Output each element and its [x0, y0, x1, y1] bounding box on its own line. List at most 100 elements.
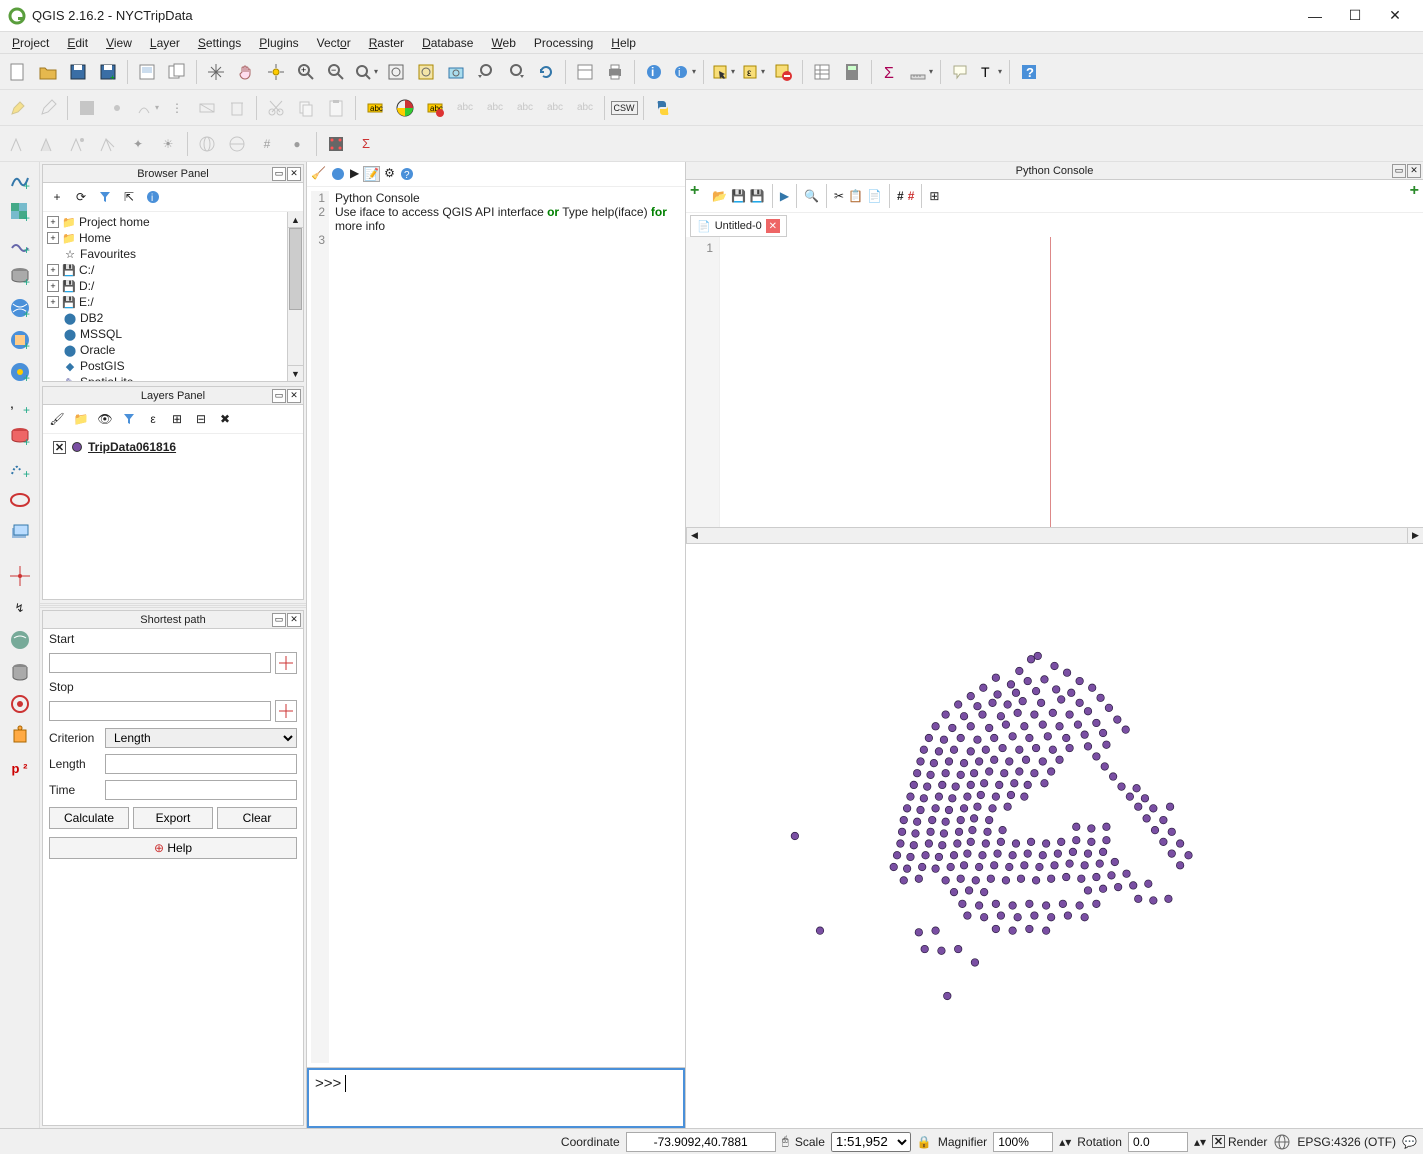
style-manager-icon[interactable] [391, 94, 419, 122]
add-virtual-icon[interactable]: + [6, 454, 34, 482]
crs-label[interactable]: EPSG:4326 (OTF) [1297, 1135, 1396, 1149]
tree-item-e[interactable]: +💾E:/ [45, 294, 285, 310]
identify-dropdown-icon[interactable]: i [670, 58, 698, 86]
panel-close-icon[interactable]: ✕ [287, 613, 301, 627]
menu-processing[interactable]: Processing [526, 34, 601, 52]
scale-select[interactable]: 1:51,952 [831, 1132, 911, 1152]
minimize-button[interactable]: — [1295, 2, 1335, 30]
filter-legend-icon[interactable] [119, 409, 139, 429]
vt2-icon[interactable] [34, 130, 62, 158]
object-inspector-icon[interactable]: ⊞ [929, 189, 939, 203]
blob-icon[interactable]: ● [283, 130, 311, 158]
delete-selected-icon[interactable] [223, 94, 251, 122]
menu-edit[interactable]: Edit [59, 34, 96, 52]
browser-tree[interactable]: +📁Project home +📁Home ☆Favourites +💾C:/ … [43, 212, 287, 381]
filter-browser-icon[interactable] [95, 187, 115, 207]
new-editor-icon[interactable]: + [690, 182, 699, 200]
deselect-icon[interactable] [769, 58, 797, 86]
pan-to-selection-icon[interactable] [262, 58, 290, 86]
extents-icon[interactable]: 🖰 [782, 1134, 789, 1149]
close-button[interactable]: ✕ [1375, 2, 1415, 30]
map-canvas[interactable] [686, 543, 1423, 1128]
select-features-icon[interactable] [709, 58, 737, 86]
help-button[interactable]: ⊕ Help [49, 837, 297, 859]
rotation-spinner-icon[interactable]: ▴▾ [1194, 1135, 1206, 1149]
close-tab-icon[interactable]: ✕ [766, 219, 780, 233]
add-wfs-icon[interactable]: + [6, 358, 34, 386]
add-delimited-icon[interactable]: ,+ [6, 390, 34, 418]
add-postgis-icon[interactable]: + [6, 262, 34, 290]
add-wms-icon[interactable]: + [6, 294, 34, 322]
layer-name[interactable]: TripData061816 [88, 440, 176, 454]
measure-icon[interactable] [907, 58, 935, 86]
vt6-icon[interactable]: ☀ [154, 130, 182, 158]
zoom-selection-icon[interactable] [412, 58, 440, 86]
menu-settings[interactable]: Settings [190, 34, 249, 52]
add-spatialite-icon[interactable]: + [6, 230, 34, 258]
tree-item-mssql[interactable]: ⬤MSSQL [61, 326, 285, 342]
label-show-icon[interactable]: abc [481, 94, 509, 122]
menu-project[interactable]: Project [4, 34, 57, 52]
new-composer-icon[interactable] [133, 58, 161, 86]
editor-scrollbar[interactable]: ◀▶ [686, 527, 1423, 543]
browser-scrollbar[interactable]: ▲▼ [287, 212, 303, 381]
zoom-next-icon[interactable] [502, 58, 530, 86]
refresh-icon[interactable] [532, 58, 560, 86]
zoom-full-icon[interactable] [382, 58, 410, 86]
csw-icon[interactable]: CSW [610, 94, 638, 122]
remove-layer-icon[interactable]: ✖ [215, 409, 235, 429]
add-layer-icon[interactable]: + [47, 187, 67, 207]
expand-all-icon[interactable]: ⊞ [167, 409, 187, 429]
field-calculator-icon[interactable] [838, 58, 866, 86]
statistics-icon[interactable]: Σ [877, 58, 905, 86]
pan-icon[interactable] [202, 58, 230, 86]
add-feature-icon[interactable] [103, 94, 131, 122]
comment-icon[interactable]: # [897, 189, 904, 203]
georeferencer-icon[interactable] [322, 130, 350, 158]
map-tips-icon[interactable] [946, 58, 974, 86]
tree-item-favourites[interactable]: ☆Favourites [61, 246, 285, 262]
add-vector-icon[interactable]: + [6, 166, 34, 194]
identify-icon[interactable]: i [640, 58, 668, 86]
menu-raster[interactable]: Raster [361, 34, 412, 52]
menu-web[interactable]: Web [483, 34, 523, 52]
label-settings-icon[interactable]: abc [361, 94, 389, 122]
attribute-table-icon[interactable] [808, 58, 836, 86]
panel-close-icon[interactable]: ✕ [287, 389, 301, 403]
save-as-icon[interactable]: + [94, 58, 122, 86]
tree-item-oracle[interactable]: ⬤Oracle [61, 342, 285, 358]
hand-pan-icon[interactable] [232, 58, 260, 86]
add-tab-icon[interactable]: + [1410, 182, 1419, 200]
editor-tab[interactable]: 📄Untitled-0 ✕ [690, 215, 787, 237]
move-feature-icon[interactable] [133, 94, 161, 122]
import-class-icon[interactable] [330, 166, 346, 182]
tree-item-spatialite[interactable]: ✎SpatiaLite [61, 374, 285, 381]
expression-filter-icon[interactable]: ε [143, 409, 163, 429]
menu-help[interactable]: Help [603, 34, 644, 52]
panel-close-icon[interactable]: ✕ [1407, 164, 1421, 178]
panel-undock-icon[interactable]: ▭ [272, 389, 286, 403]
zoom-in-icon[interactable]: + [292, 58, 320, 86]
collapse-all-icon[interactable]: ⊟ [191, 409, 211, 429]
panel-undock-icon[interactable]: ▭ [1392, 164, 1406, 178]
add-mssql-icon[interactable]: + [6, 422, 34, 450]
menu-database[interactable]: Database [414, 34, 481, 52]
magnifier-input[interactable] [993, 1132, 1053, 1152]
zoom-last-icon[interactable] [472, 58, 500, 86]
save-edits-icon[interactable] [73, 94, 101, 122]
stop-input[interactable] [49, 701, 271, 721]
node-tool-icon[interactable]: ⋮ [163, 94, 191, 122]
new-project-icon[interactable] [4, 58, 32, 86]
run-command-icon[interactable]: ▶ [350, 166, 359, 182]
add-group-icon[interactable]: 📁 [71, 409, 91, 429]
rotation-input[interactable] [1128, 1132, 1188, 1152]
magnifier-spinner-icon[interactable]: ▴▾ [1059, 1135, 1071, 1149]
osm-icon[interactable] [6, 626, 34, 654]
menu-vector[interactable]: Vector [309, 34, 359, 52]
paste-editor-icon[interactable]: 📄 [867, 189, 882, 203]
export-button[interactable]: Export [133, 807, 213, 829]
add-wcs-icon[interactable]: + [6, 326, 34, 354]
console-output[interactable]: 1 2 3 Python Console Use iface to access… [307, 187, 685, 1068]
help-icon[interactable]: ? [1015, 58, 1043, 86]
globe1-icon[interactable] [193, 130, 221, 158]
